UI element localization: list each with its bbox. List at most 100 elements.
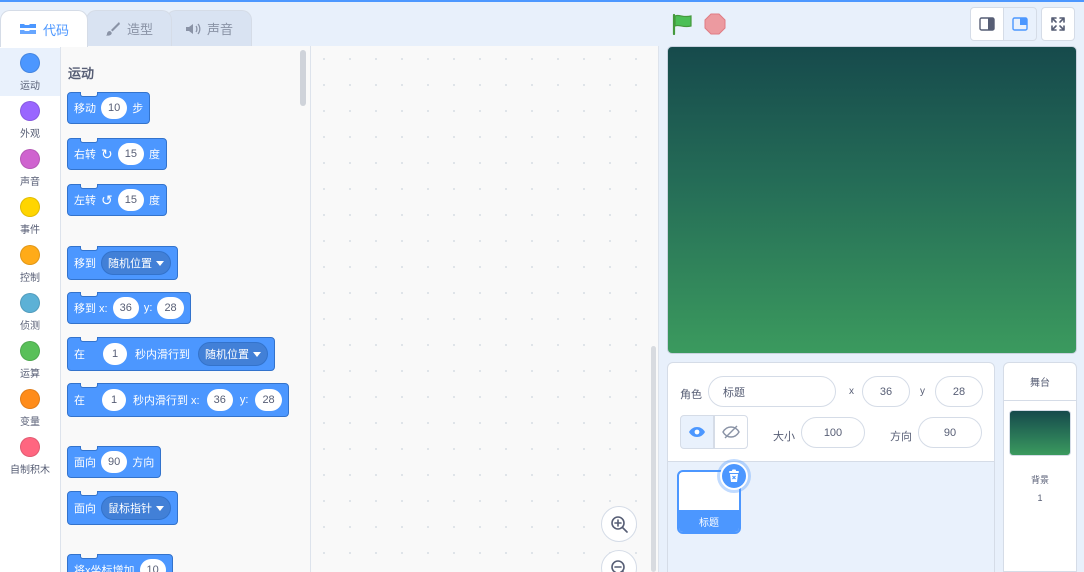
block-text: 在 [74, 395, 85, 407]
dropdown-caret-icon [156, 505, 164, 511]
tab-code[interactable]: 代码 [0, 10, 88, 47]
category-label: 运算 [20, 369, 40, 380]
normal-stage-icon [1012, 17, 1028, 31]
degrees-input[interactable]: 15 [117, 143, 144, 165]
dropdown-value: 随机位置 [205, 349, 249, 361]
stop-icon[interactable] [704, 13, 726, 35]
category-label: 事件 [20, 225, 40, 236]
tab-code-label: 代码 [42, 22, 69, 38]
backdrop-thumbnail[interactable] [1009, 410, 1071, 456]
category-label: 侦测 [20, 321, 40, 332]
eye-icon [689, 427, 705, 437]
zoom-out-button[interactable] [601, 550, 637, 572]
degrees-input[interactable]: 15 [117, 189, 144, 211]
stage-selector[interactable]: 舞台 背景 1 [1003, 362, 1077, 572]
category-variables[interactable]: 变量 [0, 384, 60, 432]
category-label: 自制积木 [10, 465, 50, 476]
category-sensing[interactable]: 侦测 [0, 288, 60, 336]
script-scrollbar[interactable] [651, 346, 656, 572]
sensing-dot-icon [20, 293, 40, 313]
block-point-direction[interactable]: 面向 90 方向 [67, 446, 162, 478]
green-flag-icon[interactable] [671, 13, 695, 35]
category-label: 控制 [20, 273, 40, 284]
category-sound[interactable]: 声音 [0, 144, 60, 192]
looks-dot-icon [20, 101, 40, 121]
block-point-towards[interactable]: 面向 鼠标指针 [67, 491, 178, 525]
eye-hidden-icon [722, 425, 740, 439]
category-motion[interactable]: 运动 [0, 48, 60, 96]
top-accent-line [0, 0, 1084, 2]
show-sprite-button[interactable] [680, 415, 714, 449]
category-events[interactable]: 事件 [0, 192, 60, 240]
dropdown-caret-icon [253, 351, 261, 357]
sprite-thumbnail-label: 标题 [679, 510, 739, 532]
palette-scrollbar[interactable] [300, 50, 306, 106]
hide-sprite-button[interactable] [714, 415, 748, 449]
backdrop-count: 1 [1037, 493, 1043, 503]
block-palette: 运动 移动 10 步 右转 ↻ 15 度 左转 ↺ 15 度 移到 随机位置 移… [61, 46, 311, 572]
size-label: 大小 [773, 431, 795, 443]
secs-input[interactable]: 1 [102, 389, 126, 411]
category-operators[interactable]: 运算 [0, 336, 60, 384]
block-text: 度 [148, 149, 160, 161]
block-goto[interactable]: 移到 随机位置 [67, 246, 178, 280]
block-turn-left[interactable]: 左转 ↺ 15 度 [67, 184, 167, 216]
normal-stage-button[interactable] [1003, 7, 1037, 41]
rotate-right-icon: ↻ [101, 146, 113, 162]
operators-dot-icon [20, 341, 40, 361]
backdrop-label: 背景 [1030, 475, 1049, 485]
block-text: 右转 [74, 149, 96, 161]
block-text: 将x坐标增加 [74, 565, 135, 572]
trash-icon [729, 469, 739, 482]
category-looks[interactable]: 外观 [0, 96, 60, 144]
block-turn-right[interactable]: 右转 ↻ 15 度 [67, 138, 167, 170]
block-text: 在 [74, 349, 85, 361]
dropdown-value: 鼠标指针 [108, 503, 152, 515]
block-move-steps[interactable]: 移动 10 步 [67, 92, 151, 124]
script-area[interactable] [311, 46, 659, 572]
zoom-in-button[interactable] [601, 506, 637, 542]
sprite-y-input[interactable]: 28 [935, 376, 983, 407]
fullscreen-button[interactable] [1041, 7, 1075, 41]
tab-sounds-label: 声音 [206, 22, 233, 37]
rotate-left-icon: ↺ [101, 192, 113, 208]
category-control[interactable]: 控制 [0, 240, 60, 288]
sprite-size-input[interactable]: 100 [801, 417, 865, 448]
sprite-x-input[interactable]: 36 [862, 376, 910, 407]
delete-sprite-button[interactable] [720, 462, 748, 490]
towards-target-dropdown[interactable]: 鼠标指针 [101, 496, 171, 520]
block-glide-xy[interactable]: 在 1 秒内滑行到 x: 36 y: 28 [67, 383, 289, 417]
secs-input[interactable]: 1 [103, 343, 127, 365]
stage-selector-title: 舞台 [1004, 363, 1076, 401]
y-input[interactable]: 28 [157, 297, 184, 319]
block-text: 左转 [74, 195, 96, 207]
block-change-x[interactable]: 将x坐标增加 10 [67, 554, 173, 572]
small-stage-button[interactable] [970, 7, 1004, 41]
steps-input[interactable]: 10 [101, 97, 128, 119]
x-input[interactable]: 36 [206, 389, 233, 411]
tab-costumes[interactable]: 造型 [86, 10, 172, 46]
zoom-out-icon [611, 560, 625, 572]
y-input[interactable]: 28 [255, 389, 282, 411]
fullscreen-icon [1051, 17, 1065, 31]
block-text: y: [239, 394, 249, 406]
small-stage-icon [979, 17, 995, 31]
goto-target-dropdown[interactable]: 随机位置 [101, 251, 171, 275]
stage-canvas[interactable] [667, 46, 1077, 354]
change-x-input[interactable]: 10 [139, 559, 166, 572]
direction-input[interactable]: 90 [101, 451, 128, 473]
sprite-name-input[interactable]: 标题 [708, 376, 836, 407]
category-my-blocks[interactable]: 自制积木 [0, 432, 60, 480]
palette-section-title: 运动 [68, 66, 95, 81]
tab-sounds[interactable]: 声音 [166, 10, 252, 46]
x-input[interactable]: 36 [112, 297, 139, 319]
code-icon [19, 24, 36, 34]
block-goto-xy[interactable]: 移到 x: 36 y: 28 [67, 292, 191, 324]
sprite-direction-input[interactable]: 90 [918, 417, 982, 448]
glide-target-dropdown[interactable]: 随机位置 [198, 342, 268, 366]
sprite-list: 标题 [668, 461, 994, 572]
variables-dot-icon [20, 389, 40, 409]
block-text: 方向 [132, 457, 155, 469]
block-glide[interactable]: 在 1 秒内滑行到 随机位置 [67, 337, 275, 371]
block-text: 度 [148, 195, 160, 207]
